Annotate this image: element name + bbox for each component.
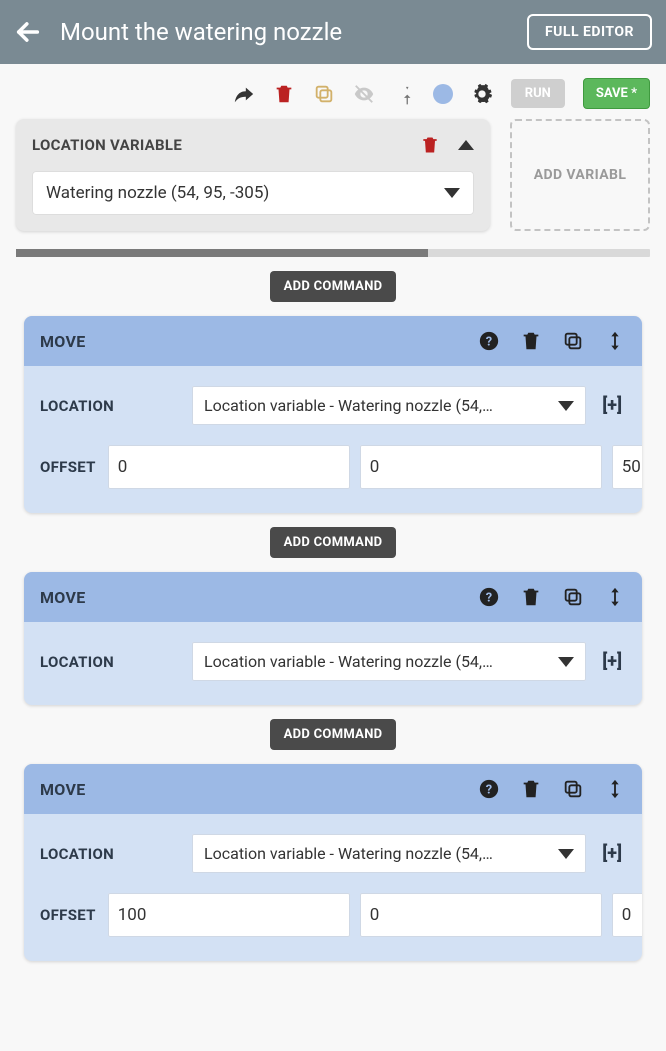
- trash-icon[interactable]: [420, 135, 440, 155]
- back-icon[interactable]: [14, 18, 42, 46]
- toolbar: RUN SAVE *: [0, 64, 666, 119]
- page-title: Mount the watering nozzle: [60, 18, 509, 46]
- location-label: LOCATION: [40, 397, 180, 415]
- share-icon[interactable]: [233, 83, 255, 105]
- run-button[interactable]: RUN: [511, 79, 565, 108]
- pin-icon[interactable]: [393, 83, 415, 105]
- reorder-icon[interactable]: [604, 778, 626, 800]
- command-header: MOVE ?: [24, 764, 642, 814]
- help-icon[interactable]: ?: [478, 330, 500, 352]
- move-command-card: MOVE ? LOCATION Location variable - Wate…: [24, 764, 642, 961]
- command-header: MOVE ?: [24, 316, 642, 366]
- location-value: Location variable - Watering nozzle (54,…: [204, 652, 493, 671]
- location-label: LOCATION: [40, 845, 180, 863]
- location-select[interactable]: Location variable - Watering nozzle (54,…: [192, 386, 586, 425]
- expand-location-button[interactable]: [+]: [598, 651, 626, 672]
- color-indicator-icon[interactable]: [433, 84, 453, 104]
- location-label: LOCATION: [40, 653, 180, 671]
- add-variable-button[interactable]: ADD VARIABL: [510, 119, 650, 231]
- scrollbar-thumb[interactable]: [16, 249, 428, 257]
- offset-y-input[interactable]: [360, 893, 602, 937]
- offset-label: OFFSET: [40, 458, 96, 476]
- help-icon[interactable]: ?: [478, 778, 500, 800]
- offset-y-input[interactable]: [360, 445, 602, 489]
- command-header: MOVE ?: [24, 572, 642, 622]
- expand-location-button[interactable]: [+]: [598, 843, 626, 864]
- location-select[interactable]: Location variable - Watering nozzle (54,…: [192, 642, 586, 681]
- svg-text:?: ?: [486, 591, 492, 606]
- variables-row: LOCATION VARIABLE Watering nozzle (54, 9…: [0, 119, 666, 231]
- offset-x-input[interactable]: [108, 893, 350, 937]
- location-variable-card: LOCATION VARIABLE Watering nozzle (54, 9…: [16, 119, 490, 231]
- command-title: MOVE: [40, 780, 468, 799]
- gear-icon[interactable]: [471, 83, 493, 105]
- location-variable-title: LOCATION VARIABLE: [32, 136, 182, 154]
- location-variable-value: Watering nozzle (54, 95, -305): [46, 183, 269, 203]
- trash-icon[interactable]: [520, 778, 542, 800]
- add-command-button[interactable]: ADD COMMAND: [270, 527, 397, 558]
- trash-icon[interactable]: [520, 586, 542, 608]
- command-title: MOVE: [40, 332, 468, 351]
- trash-icon[interactable]: [273, 83, 295, 105]
- svg-text:?: ?: [486, 783, 492, 798]
- full-editor-button[interactable]: FULL EDITOR: [527, 14, 652, 50]
- visibility-off-icon[interactable]: [353, 83, 375, 105]
- expand-location-button[interactable]: [+]: [598, 395, 626, 416]
- add-command-button[interactable]: ADD COMMAND: [270, 719, 397, 750]
- move-command-card: MOVE ? LOCATION Location variable - Wate…: [24, 316, 642, 513]
- copy-icon[interactable]: [313, 83, 335, 105]
- copy-icon[interactable]: [562, 586, 584, 608]
- location-select[interactable]: Location variable - Watering nozzle (54,…: [192, 834, 586, 873]
- location-value: Location variable - Watering nozzle (54,…: [204, 396, 493, 415]
- chevron-down-icon: [444, 188, 460, 198]
- chevron-down-icon: [558, 401, 574, 411]
- location-variable-select[interactable]: Watering nozzle (54, 95, -305): [32, 171, 474, 215]
- topbar: Mount the watering nozzle FULL EDITOR: [0, 0, 666, 64]
- reorder-icon[interactable]: [604, 330, 626, 352]
- add-command-button[interactable]: ADD COMMAND: [270, 271, 397, 302]
- offset-x-input[interactable]: [108, 445, 350, 489]
- move-command-card: MOVE ? LOCATION Location variable - Wate…: [24, 572, 642, 705]
- svg-text:?: ?: [486, 335, 492, 350]
- reorder-icon[interactable]: [604, 586, 626, 608]
- command-title: MOVE: [40, 588, 468, 607]
- save-button[interactable]: SAVE *: [583, 78, 650, 109]
- chevron-down-icon: [558, 849, 574, 859]
- offset-z-input[interactable]: [612, 893, 642, 937]
- copy-icon[interactable]: [562, 778, 584, 800]
- chevron-down-icon: [558, 657, 574, 667]
- location-value: Location variable - Watering nozzle (54,…: [204, 844, 493, 863]
- offset-label: OFFSET: [40, 906, 96, 924]
- collapse-icon[interactable]: [458, 140, 474, 150]
- horizontal-scrollbar[interactable]: [16, 249, 650, 257]
- help-icon[interactable]: ?: [478, 586, 500, 608]
- copy-icon[interactable]: [562, 330, 584, 352]
- trash-icon[interactable]: [520, 330, 542, 352]
- offset-z-input[interactable]: [612, 445, 642, 489]
